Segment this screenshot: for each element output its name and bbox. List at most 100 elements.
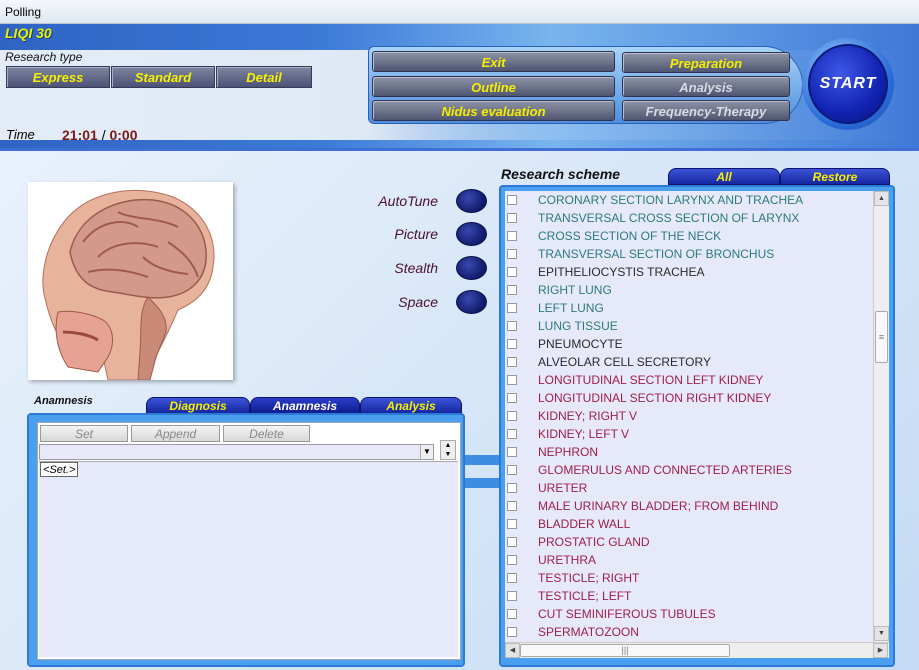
space-toggle[interactable] <box>456 290 487 314</box>
checkbox[interactable] <box>507 627 517 637</box>
checkbox[interactable] <box>507 231 517 241</box>
checkbox[interactable] <box>507 411 517 421</box>
scheme-item[interactable]: TESTICLE; RIGHT <box>505 569 873 587</box>
scheme-item-label: CROSS SECTION OF THE NECK <box>538 229 722 243</box>
detail-button[interactable]: Detail <box>216 66 312 88</box>
scheme-item[interactable]: CORONARY SECTION LARYNX AND TRACHEA <box>505 191 873 209</box>
autotune-label: AutoTune <box>378 193 438 209</box>
spinner-icon[interactable]: ▲ ▼ <box>440 440 456 460</box>
scheme-item[interactable]: PNEUMOCYTE <box>505 335 873 353</box>
scroll-up-icon[interactable]: ▲ <box>874 191 889 206</box>
scheme-item-label: KIDNEY; RIGHT V <box>538 409 638 423</box>
checkbox[interactable] <box>507 195 517 205</box>
scheme-item[interactable]: BLADDER WALL <box>505 515 873 533</box>
checkbox[interactable] <box>507 537 517 547</box>
panel-connector <box>465 478 502 488</box>
scheme-item-label: KIDNEY; LEFT V <box>538 427 630 441</box>
preparation-button[interactable]: Preparation <box>622 52 790 73</box>
tab-anamnesis[interactable]: Anamnesis <box>250 397 360 414</box>
scroll-left-icon[interactable]: ◀ <box>505 643 520 658</box>
checkbox[interactable] <box>507 519 517 529</box>
checkbox[interactable] <box>507 573 517 583</box>
exit-button[interactable]: Exit <box>372 51 615 72</box>
picture-toggle[interactable] <box>456 222 487 246</box>
tab-diagnosis[interactable]: Diagnosis <box>146 397 250 414</box>
scroll-thumb[interactable]: ≡ <box>875 311 888 363</box>
head-section-illustration <box>42 189 215 381</box>
scheme-item[interactable]: URETHRA <box>505 551 873 569</box>
checkbox[interactable] <box>507 357 517 367</box>
start-button[interactable]: START <box>808 44 888 124</box>
checkbox[interactable] <box>507 483 517 493</box>
scheme-item[interactable]: KIDNEY; RIGHT V <box>505 407 873 425</box>
scheme-item[interactable]: EPITHELIOCYSTIS TRACHEA <box>505 263 873 281</box>
hscroll-thumb[interactable]: ||| <box>520 644 730 657</box>
tab-all[interactable]: All <box>668 168 780 185</box>
anamnesis-label: Anamnesis <box>34 395 93 407</box>
scheme-item[interactable]: ALVEOLAR CELL SECRETORY <box>505 353 873 371</box>
scheme-item[interactable]: CUT SEMINIFEROUS TUBULES <box>505 605 873 623</box>
checkbox[interactable] <box>507 555 517 565</box>
scheme-item-label: MALE URINARY BLADDER; FROM BEHIND <box>538 499 779 513</box>
delete-button[interactable]: Delete <box>223 425 310 442</box>
scroll-down-icon[interactable]: ▼ <box>874 626 889 641</box>
scheme-item[interactable]: PROSTATIC GLAND <box>505 533 873 551</box>
time-label: Time <box>6 127 35 142</box>
scheme-item[interactable]: SPERMATOZOON <box>505 623 873 641</box>
app-title: LIQI 30 <box>5 25 52 41</box>
scheme-item[interactable]: TESTICLE; LEFT <box>505 587 873 605</box>
stealth-label: Stealth <box>394 260 438 276</box>
scheme-item[interactable]: KIDNEY; LEFT V <box>505 425 873 443</box>
checkbox[interactable] <box>507 285 517 295</box>
scheme-item[interactable]: LONGITUDINAL SECTION RIGHT KIDNEY <box>505 389 873 407</box>
checkbox[interactable] <box>507 591 517 601</box>
anamnesis-combobox[interactable] <box>39 444 434 460</box>
scheme-item[interactable]: CROSS SECTION OF THE NECK <box>505 227 873 245</box>
analysis-button[interactable]: Analysis <box>622 76 790 97</box>
outline-button[interactable]: Outline <box>372 76 615 97</box>
scheme-item-label: BLADDER WALL <box>538 517 631 531</box>
checkbox[interactable] <box>507 321 517 331</box>
checkbox[interactable] <box>507 303 517 313</box>
checkbox[interactable] <box>507 429 517 439</box>
scheme-item[interactable]: MALE URINARY BLADDER; FROM BEHIND <box>505 497 873 515</box>
scheme-item-label: EPITHELIOCYSTIS TRACHEA <box>538 265 705 279</box>
scheme-item-label: CORONARY SECTION LARYNX AND TRACHEA <box>538 193 804 207</box>
research-scheme-list[interactable]: CORONARY SECTION LARYNX AND TRACHEA TRANS… <box>505 191 873 642</box>
scheme-item-label: TESTICLE; RIGHT <box>538 571 640 585</box>
express-button[interactable]: Express <box>6 66 110 88</box>
checkbox[interactable] <box>507 393 517 403</box>
checkbox[interactable] <box>507 339 517 349</box>
checkbox[interactable] <box>507 447 517 457</box>
checkbox[interactable] <box>507 375 517 385</box>
tab-analysis[interactable]: Analysis <box>360 397 462 414</box>
combobox-dropdown-icon[interactable]: ▼ <box>420 445 433 459</box>
nidus-evaluation-button[interactable]: Nidus evaluation <box>372 100 615 121</box>
checkbox[interactable] <box>507 465 517 475</box>
scheme-item[interactable]: LEFT LUNG <box>505 299 873 317</box>
tab-restore[interactable]: Restore <box>780 168 890 185</box>
horizontal-scrollbar[interactable]: ◀ ||| ▶ <box>505 642 889 658</box>
scheme-item[interactable]: TRANSVERSAL CROSS SECTION OF LARYNX <box>505 209 873 227</box>
scheme-item[interactable]: RIGHT LUNG <box>505 281 873 299</box>
standard-button[interactable]: Standard <box>111 66 215 88</box>
scheme-item[interactable]: NEPHRON <box>505 443 873 461</box>
append-button[interactable]: Append <box>131 425 220 442</box>
scheme-item[interactable]: URETER <box>505 479 873 497</box>
checkbox[interactable] <box>507 267 517 277</box>
set-button[interactable]: Set <box>40 425 128 442</box>
scheme-item[interactable]: LUNG TISSUE <box>505 317 873 335</box>
checkbox[interactable] <box>507 249 517 259</box>
scheme-item[interactable]: TRANSVERSAL SECTION OF BRONCHUS <box>505 245 873 263</box>
scroll-right-icon[interactable]: ▶ <box>873 643 888 658</box>
frequency-therapy-button[interactable]: Frequency-Therapy <box>622 100 790 121</box>
checkbox[interactable] <box>507 501 517 511</box>
checkbox[interactable] <box>507 213 517 223</box>
stealth-toggle[interactable] <box>456 256 487 280</box>
vertical-scrollbar[interactable]: ▲ ≡ ▼ <box>873 191 889 642</box>
checkbox[interactable] <box>507 609 517 619</box>
anamnesis-list[interactable] <box>39 461 458 657</box>
scheme-item[interactable]: LONGITUDINAL SECTION LEFT KIDNEY <box>505 371 873 389</box>
scheme-item[interactable]: GLOMERULUS AND CONNECTED ARTERIES <box>505 461 873 479</box>
autotune-toggle[interactable] <box>456 189 487 213</box>
